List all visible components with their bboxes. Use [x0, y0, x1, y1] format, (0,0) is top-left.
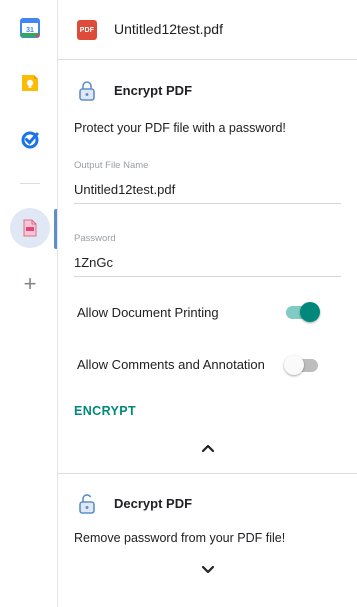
keep-icon[interactable] [20, 73, 40, 93]
output-file-name-label: Output File Name [74, 160, 149, 171]
password-label: Password [74, 233, 116, 244]
side-panel-rail: 31 + [0, 0, 58, 607]
active-indicator [54, 209, 57, 249]
toggle-knob [284, 355, 304, 375]
svg-text:31: 31 [26, 27, 34, 34]
unlock-icon [79, 494, 95, 514]
decrypt-title: Decrypt PDF [114, 496, 193, 511]
file-name: Untitled12test.pdf [114, 21, 223, 37]
password-input[interactable]: 1ZnGc [74, 255, 113, 270]
calendar-icon[interactable]: 31 [20, 18, 40, 38]
output-file-name-input[interactable]: Untitled12test.pdf [74, 182, 175, 197]
toggle-knob [300, 302, 320, 322]
pdf-file-icon: PDF [77, 20, 97, 40]
section-divider [58, 473, 357, 474]
chevron-down-icon[interactable] [197, 559, 219, 581]
add-addon-button[interactable]: + [20, 273, 40, 295]
output-file-name-underline [74, 203, 341, 204]
encrypt-description: Protect your PDF file with a password! [74, 121, 286, 135]
chevron-up-icon[interactable] [197, 437, 219, 459]
pdf-addon-icon[interactable] [20, 218, 40, 238]
encrypt-title: Encrypt PDF [114, 83, 193, 98]
allow-printing-toggle[interactable] [284, 301, 320, 323]
allow-comments-label: Allow Comments and Annotation [77, 357, 265, 372]
file-header: PDF Untitled12test.pdf [58, 0, 357, 60]
allow-comments-toggle[interactable] [284, 354, 320, 376]
rail-divider [20, 183, 40, 184]
tasks-icon[interactable] [20, 129, 40, 149]
decrypt-description: Remove password from your PDF file! [74, 531, 286, 545]
password-underline [74, 276, 341, 277]
lock-icon [79, 81, 95, 101]
encrypt-button[interactable]: ENCRYPT [74, 404, 136, 418]
allow-printing-label: Allow Document Printing [77, 305, 219, 320]
pdf-panel: PDF Untitled12test.pdf Encrypt PDF Prote… [58, 0, 357, 607]
